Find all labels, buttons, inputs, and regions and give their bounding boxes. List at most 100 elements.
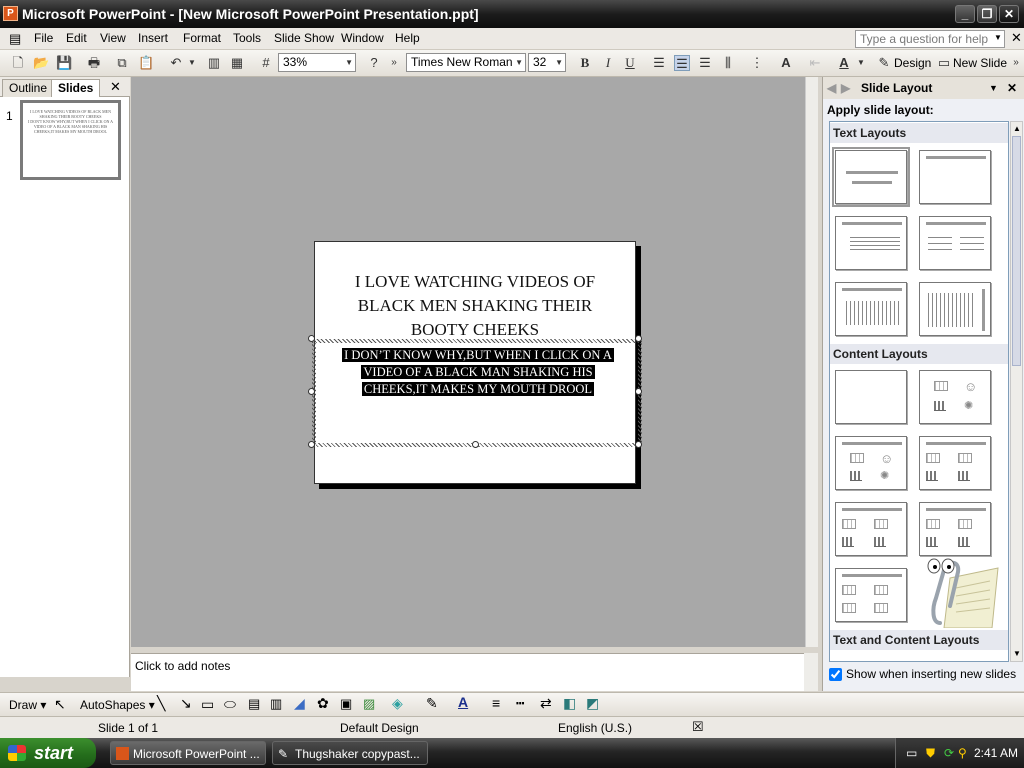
autoshapes-menu-button[interactable]: AutoShapes ▾ <box>80 698 155 712</box>
back-icon[interactable]: ◀ <box>827 77 836 99</box>
layout-title-four-content[interactable] <box>835 568 907 622</box>
slide-title[interactable]: I LOVE WATCHING VIDEOS OF BLACK MEN SHAK… <box>325 270 625 342</box>
menu-insert[interactable]: Insert <box>138 31 168 45</box>
wordart-icon[interactable]: ▥ <box>270 696 282 712</box>
new-slide-button[interactable]: New Slide <box>953 56 1007 70</box>
clock[interactable]: 2:41 AM <box>974 738 1018 768</box>
3d-icon[interactable]: ◩ <box>586 695 599 712</box>
new-slide-icon[interactable]: ▭ <box>936 55 952 71</box>
new-icon[interactable]: 🗋 <box>10 55 26 71</box>
notes-pane[interactable]: Click to add notes <box>131 653 818 691</box>
decrease-indent-icon[interactable]: ⇤ <box>807 55 823 71</box>
layout-title-vertical-text[interactable] <box>835 282 907 336</box>
layout-title-only[interactable] <box>919 150 991 204</box>
oval-icon[interactable]: ⬭ <box>224 696 236 713</box>
menu-window[interactable]: Window <box>341 31 384 45</box>
font-color-dropdown-icon[interactable]: ▼ <box>853 55 869 71</box>
office-assistant-icon[interactable] <box>910 548 1000 628</box>
grid-icon[interactable]: # <box>258 55 274 71</box>
insert-chart-icon[interactable]: ▥ <box>206 55 222 71</box>
spelling-icon[interactable]: ☒ <box>692 719 704 735</box>
update-icon[interactable]: ⟳ <box>944 738 954 768</box>
scroll-down-icon[interactable]: ▼ <box>1013 649 1021 658</box>
doc-close-icon[interactable]: ✕ <box>1011 30 1022 46</box>
bullets-icon[interactable]: ⋮ <box>749 55 765 71</box>
search-icon[interactable]: ⚲ <box>958 738 967 768</box>
arrow-icon[interactable]: ↘ <box>180 695 192 712</box>
shield-icon[interactable]: ⛊ <box>926 738 935 768</box>
chevron-down-icon[interactable]: ▼ <box>989 77 998 99</box>
select-arrow-icon[interactable]: ↖ <box>54 696 66 713</box>
powerpoint-icon[interactable]: P <box>3 6 18 21</box>
open-icon[interactable]: 📂 <box>33 55 49 71</box>
resize-handle[interactable] <box>635 388 642 395</box>
layout-title-text[interactable] <box>835 216 907 270</box>
scroll-up-icon[interactable]: ▲ <box>1013 124 1021 133</box>
main-scrollbar[interactable] <box>805 77 818 647</box>
layout-title-slide[interactable] <box>832 147 910 207</box>
undo-icon[interactable]: ↶ <box>168 55 184 71</box>
layout-blank[interactable] <box>835 370 907 424</box>
network-icon[interactable]: ▭ <box>906 738 917 768</box>
pane-close-icon[interactable]: ✕ <box>110 79 121 95</box>
resize-handle[interactable] <box>635 335 642 342</box>
layout-title-content[interactable]: ☺ ✺ <box>835 436 907 490</box>
design-button[interactable]: Design <box>894 56 931 70</box>
menu-format[interactable]: Format <box>183 31 221 45</box>
help-search-input[interactable]: Type a question for help <box>855 30 1005 48</box>
dash-style-icon[interactable]: ┅ <box>516 695 524 712</box>
font-size-combo[interactable]: 32 ▼ <box>528 53 566 72</box>
italic-icon[interactable]: I <box>600 55 616 71</box>
notes-scrollbar[interactable] <box>804 653 818 691</box>
font-color-icon[interactable]: A <box>836 55 852 71</box>
paste-icon[interactable]: 📋 <box>138 55 154 71</box>
help-icon[interactable]: ? <box>366 55 382 71</box>
textbox-icon[interactable]: ▤ <box>248 696 260 712</box>
design-icon[interactable]: ✎ <box>876 55 892 71</box>
print-icon[interactable]: 🖶 <box>86 55 102 71</box>
picture-icon[interactable]: ▣ <box>340 696 352 712</box>
rectangle-icon[interactable]: ▭ <box>201 696 214 713</box>
resize-handle[interactable] <box>308 388 315 395</box>
columns-icon[interactable]: ⫼ <box>720 55 736 71</box>
menu-slide-show[interactable]: Slide Show <box>274 31 334 45</box>
line-color-icon[interactable]: ✎ <box>426 695 438 712</box>
align-right-icon[interactable]: ☰ <box>697 55 713 71</box>
scroll-thumb[interactable] <box>1012 136 1021 366</box>
save-icon[interactable]: 💾 <box>56 55 72 71</box>
slide[interactable]: I LOVE WATCHING VIDEOS OF BLACK MEN SHAK… <box>308 241 642 484</box>
resize-handle[interactable] <box>308 335 315 342</box>
forward-icon[interactable]: ▶ <box>841 77 850 99</box>
font-color-draw-icon[interactable]: A <box>458 694 468 710</box>
taskbar-item-notepad[interactable]: ✎ Thugshaker copypast... <box>272 741 428 765</box>
close-button[interactable]: ✕ <box>999 5 1019 23</box>
shadow-icon[interactable]: ◧ <box>563 695 576 712</box>
menu-tools[interactable]: Tools <box>233 31 261 45</box>
minimize-button[interactable]: _ <box>955 5 975 23</box>
show-on-insert-checkbox[interactable]: Show when inserting new slides <box>829 667 1016 682</box>
restore-button[interactable]: ❐ <box>977 5 997 23</box>
menu-view[interactable]: View <box>100 31 126 45</box>
bold-icon[interactable]: B <box>577 55 593 71</box>
clipart-icon[interactable]: ✿ <box>317 695 329 712</box>
resize-handle[interactable] <box>472 441 479 448</box>
zoom-combo[interactable]: 33% ▼ <box>278 53 356 72</box>
task-pane-close-icon[interactable]: ✕ <box>1007 77 1017 99</box>
body-text-box[interactable]: I DON’T KNOW WHY,BUT WHEN I CLICK ON A V… <box>308 335 642 448</box>
tab-slides[interactable]: Slides <box>51 79 101 97</box>
layout-title-content-two-content[interactable] <box>835 502 907 556</box>
help-dropdown-icon[interactable]: ▼ <box>994 33 1002 42</box>
taskbar-item-powerpoint[interactable]: Microsoft PowerPoint ... <box>110 741 266 765</box>
underline-icon[interactable]: U <box>622 55 638 71</box>
line-icon[interactable]: ╲ <box>157 695 165 712</box>
slide-thumbnail[interactable]: I LOVE WATCHING VIDEOS OF BLACK MEN SHAK… <box>20 100 121 180</box>
layout-vertical-title-text[interactable] <box>919 282 991 336</box>
menu-file[interactable]: File <box>34 31 53 45</box>
toolbar-more-icon[interactable]: » <box>1008 55 1024 71</box>
draw-menu-button[interactable]: Draw ▾ <box>9 698 46 712</box>
increase-font-icon[interactable]: A <box>778 55 794 71</box>
layout-two-column-text[interactable] <box>919 216 991 270</box>
undo-dropdown-icon[interactable]: ▼ <box>184 55 200 71</box>
line-style-icon[interactable]: ≡ <box>492 695 500 711</box>
start-button[interactable]: start <box>0 738 96 768</box>
